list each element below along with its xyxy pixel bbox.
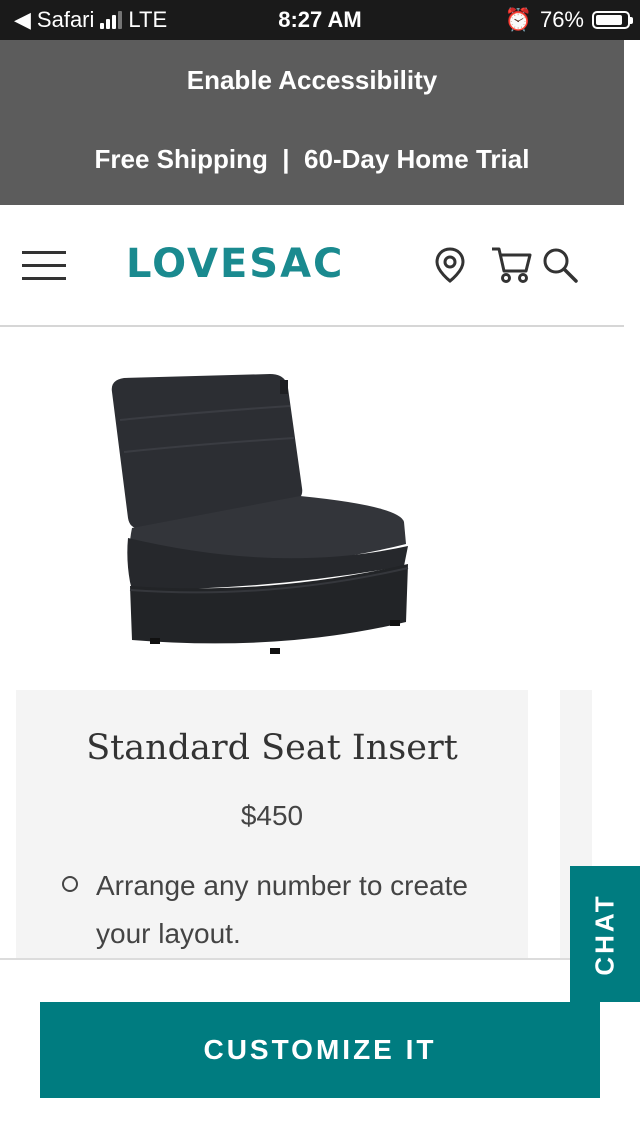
product-image[interactable]	[80, 360, 440, 680]
location-pin-icon[interactable]	[430, 245, 470, 285]
customize-it-button[interactable]: CUSTOMIZE IT	[40, 1002, 600, 1098]
battery-percent: 76%	[539, 7, 584, 32]
search-icon[interactable]	[540, 245, 580, 285]
enable-accessibility-link[interactable]: Enable Accessibility	[0, 65, 624, 96]
alarm-icon: ⏰	[504, 7, 532, 32]
menu-icon[interactable]	[22, 251, 66, 281]
promo-banner: Enable Accessibility Free Shipping | 60-…	[0, 40, 624, 205]
product-feature: Arrange any number to create your layout…	[96, 870, 468, 949]
cart-icon[interactable]	[490, 245, 534, 285]
bullet-dot	[62, 876, 78, 892]
product-card[interactable]: Standard Seat Insert $450 Arrange any nu…	[16, 690, 528, 960]
status-right: ⏰ 76%	[504, 7, 633, 33]
status-bar: ◀ Safari LTE 8:27 AM ⏰ 76%	[0, 0, 640, 40]
product-title: Standard Seat Insert	[86, 728, 458, 768]
logo[interactable]: LOVESAC	[126, 241, 344, 287]
site-header: LOVESAC	[0, 205, 624, 327]
bottom-action-bar: CUSTOMIZE IT	[0, 958, 640, 1138]
chat-label: CHAT	[589, 892, 620, 976]
battery-icon	[592, 11, 633, 29]
shipping-message: Free Shipping | 60-Day Home Trial	[94, 144, 530, 174]
chat-button[interactable]: CHAT	[570, 866, 640, 1002]
product-price: $450	[240, 800, 304, 831]
